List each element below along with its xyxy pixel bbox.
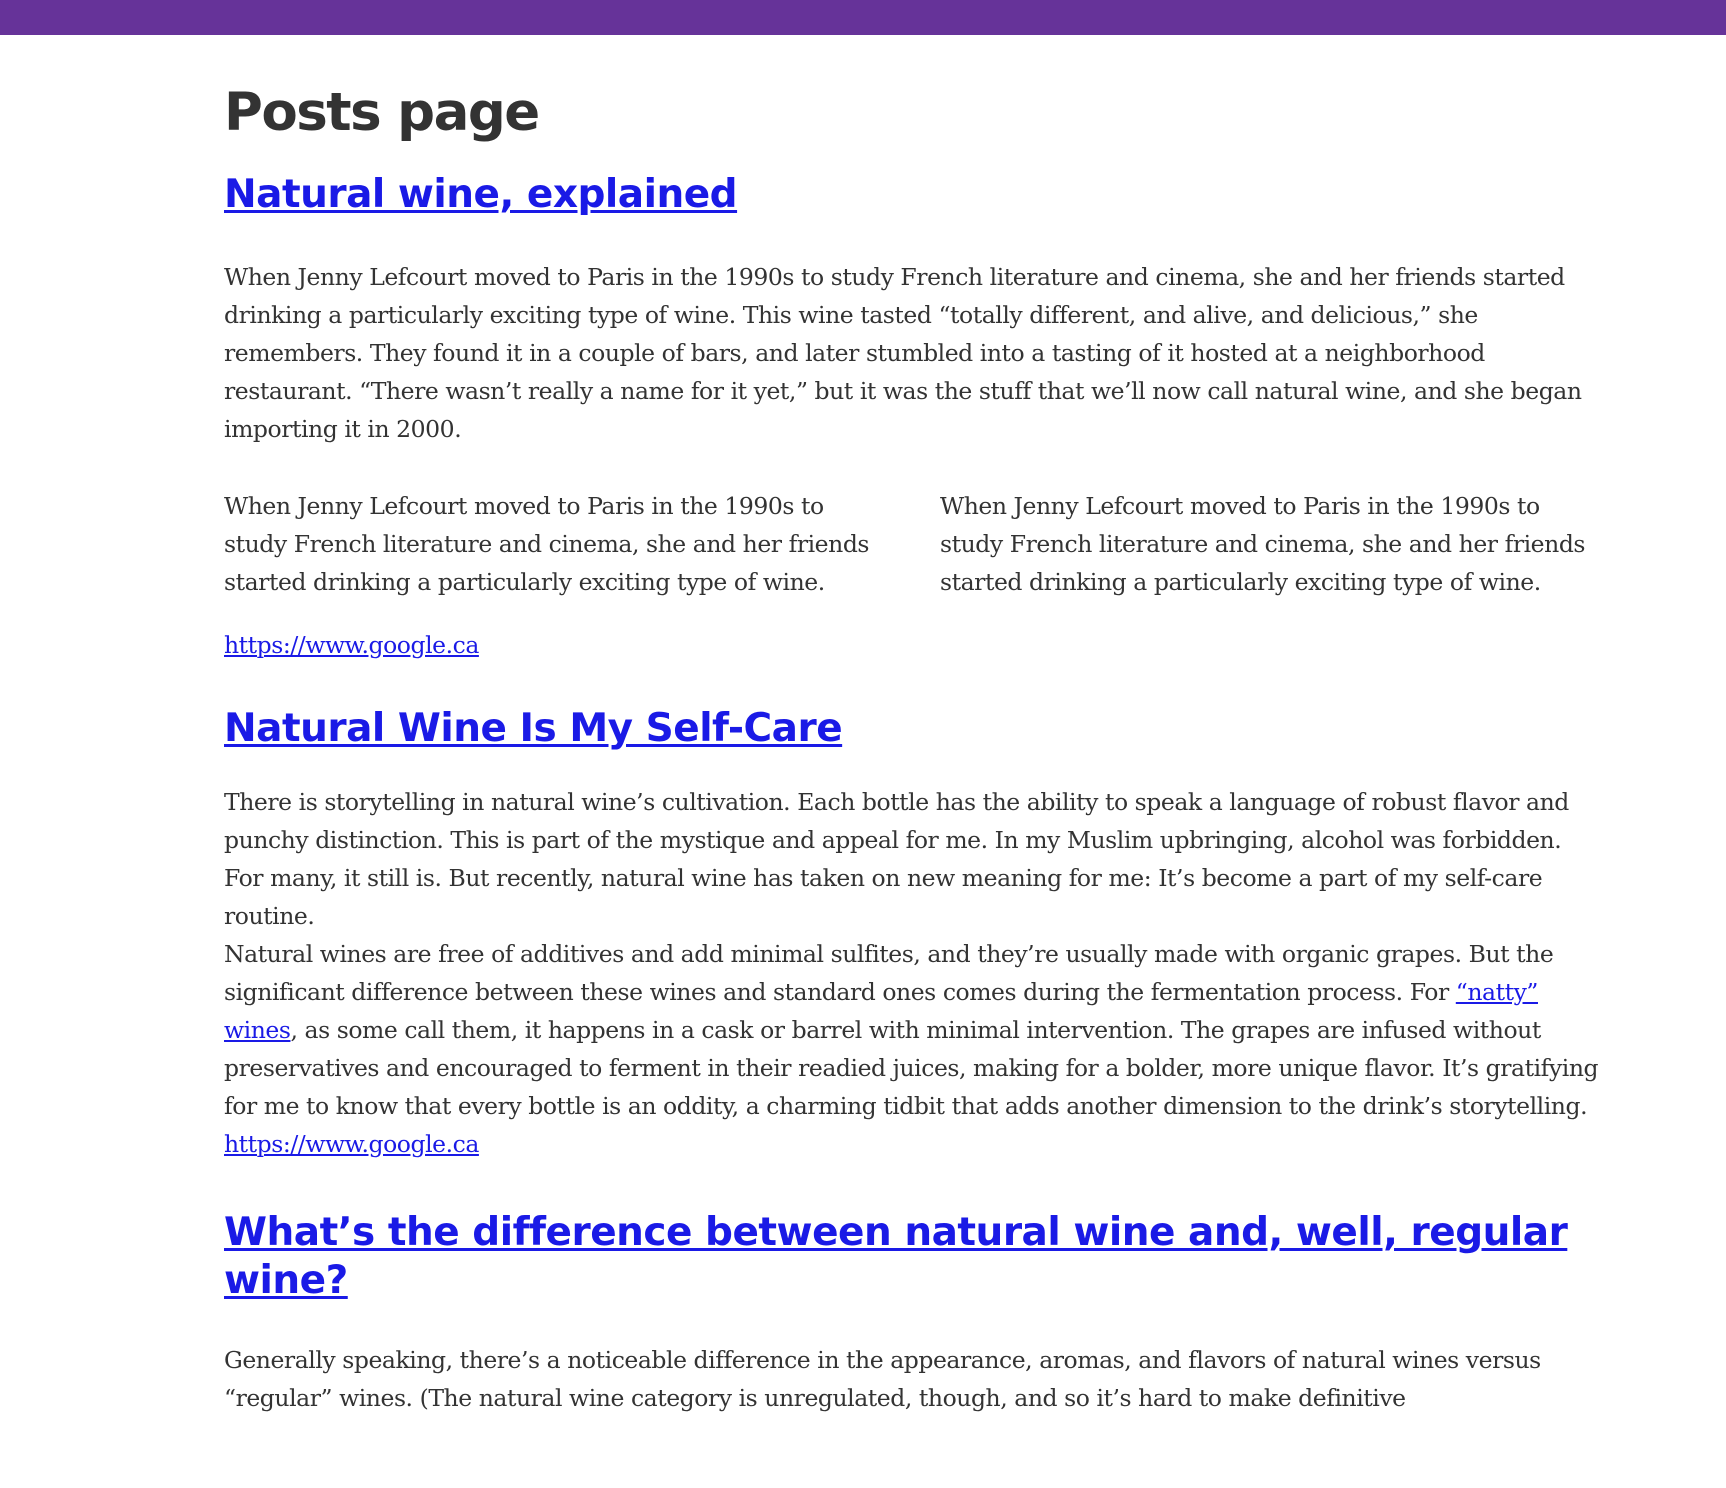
external-link[interactable]: https://www.google.ca xyxy=(224,1130,479,1158)
post-paragraph: There is storytelling in natural wine’s … xyxy=(224,787,1569,930)
post-natural-wine-self-care: Natural Wine Is My Self-Care There is st… xyxy=(224,705,1604,1163)
external-link[interactable]: https://www.google.ca xyxy=(224,631,479,659)
column-right: When Jenny Lefcourt moved to Paris in th… xyxy=(940,491,1586,596)
post-title-link[interactable]: Natural wine, explained xyxy=(224,172,738,217)
post-natural-vs-regular: What’s the difference between natural wi… xyxy=(224,1209,1604,1417)
post-title: Natural Wine Is My Self-Care xyxy=(224,705,1604,753)
two-column-row: When Jenny Lefcourt moved to Paris in th… xyxy=(224,487,1604,601)
paragraph-text: , as some call them, it happens in a cas… xyxy=(224,1015,1599,1120)
post-natural-wine-explained: Natural wine, explained When Jenny Lefco… xyxy=(224,171,1604,664)
post-body: Generally speaking, there’s a noticeable… xyxy=(224,1345,1541,1412)
post-body: When Jenny Lefcourt moved to Paris in th… xyxy=(224,262,1582,443)
post-link-row: https://www.google.ca xyxy=(224,626,1604,664)
post-title: Natural wine, explained xyxy=(224,171,1604,219)
post-body: There is storytelling in natural wine’s … xyxy=(224,783,1604,1163)
post-title-link[interactable]: What’s the difference between natural wi… xyxy=(224,1210,1568,1303)
page-title: Posts page xyxy=(224,82,540,143)
post-link-row: https://www.google.ca xyxy=(224,1125,1604,1163)
post-paragraph: Natural wines are free of additives and … xyxy=(224,935,1604,1125)
top-accent-bar xyxy=(0,0,1726,35)
paragraph-text: Natural wines are free of additives and … xyxy=(224,939,1554,1006)
post-title: What’s the difference between natural wi… xyxy=(224,1209,1604,1305)
column-left: When Jenny Lefcourt moved to Paris in th… xyxy=(224,491,870,596)
post-title-link[interactable]: Natural Wine Is My Self-Care xyxy=(224,706,843,751)
main-content: Posts page Natural wine, explained When … xyxy=(224,35,1604,1417)
